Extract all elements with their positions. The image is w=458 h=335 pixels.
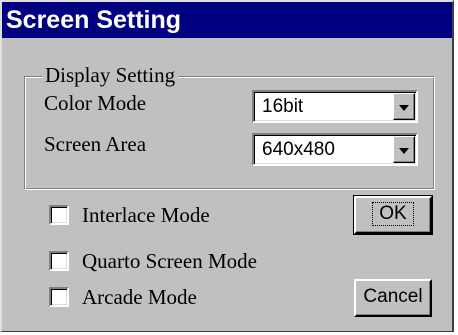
cancel-button[interactable]: Cancel xyxy=(354,279,432,317)
window-title: Screen Setting xyxy=(6,6,182,34)
interlace-mode-checkbox[interactable] xyxy=(49,205,69,225)
screen-setting-dialog: Screen Setting Display Setting Color Mod… xyxy=(0,0,454,332)
arcade-mode-checkbox[interactable] xyxy=(49,287,69,307)
arcade-mode-label[interactable]: Arcade Mode xyxy=(82,285,197,309)
screen-area-value: 640x480 xyxy=(262,139,335,160)
ok-button[interactable]: OK xyxy=(353,195,433,235)
chevron-down-icon xyxy=(399,105,409,111)
window-title-bar[interactable]: Screen Setting xyxy=(2,2,452,38)
quarto-screen-mode-checkbox[interactable] xyxy=(49,251,69,271)
ok-button-label: OK xyxy=(372,202,414,226)
screen-area-dropdown-button[interactable] xyxy=(393,136,415,163)
interlace-mode-label[interactable]: Interlace Mode xyxy=(82,203,210,227)
screen-area-label: Screen Area xyxy=(44,132,147,156)
quarto-screen-mode-label[interactable]: Quarto Screen Mode xyxy=(82,249,257,273)
color-mode-dropdown-button[interactable] xyxy=(393,93,415,120)
display-setting-legend: Display Setting xyxy=(42,63,179,87)
screen-area-select[interactable]: 640x480 xyxy=(252,133,418,166)
color-mode-label: Color Mode xyxy=(44,91,147,115)
cancel-button-label: Cancel xyxy=(363,286,423,307)
color-mode-select[interactable]: 16bit xyxy=(252,90,418,123)
color-mode-value: 16bit xyxy=(262,96,304,117)
chevron-down-icon xyxy=(399,148,409,154)
